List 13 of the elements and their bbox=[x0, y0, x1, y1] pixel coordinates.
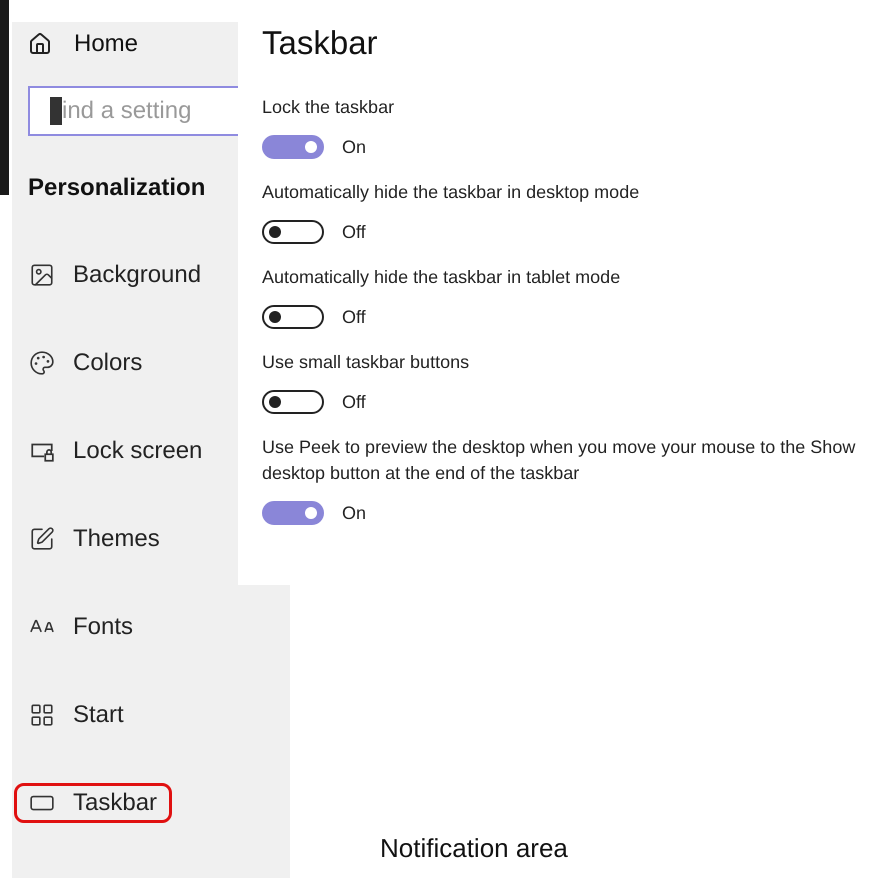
page-title: Taskbar bbox=[262, 23, 378, 63]
setting-label: Automatically hide the taskbar in desktop mode bbox=[262, 180, 640, 204]
toggle-state: Off bbox=[342, 220, 366, 244]
toggle-state: Off bbox=[342, 306, 366, 328]
toggle-state: Off bbox=[342, 390, 366, 414]
search-placeholder: ind a setting bbox=[62, 96, 192, 126]
toggle-state: On bbox=[342, 502, 366, 524]
toggle-state: On bbox=[342, 136, 366, 158]
setting-label: Use small taskbar buttons bbox=[262, 350, 470, 374]
setting-label: Use Peek to preview the desktop when you move your mouse to the Show desktop button at the end of the taskbar bbox=[262, 436, 856, 485]
section-heading: Personalization bbox=[28, 173, 206, 203]
section-label: Notification area bbox=[380, 832, 568, 865]
setting-label: Automatically hide the taskbar in tablet mode bbox=[262, 266, 622, 289]
